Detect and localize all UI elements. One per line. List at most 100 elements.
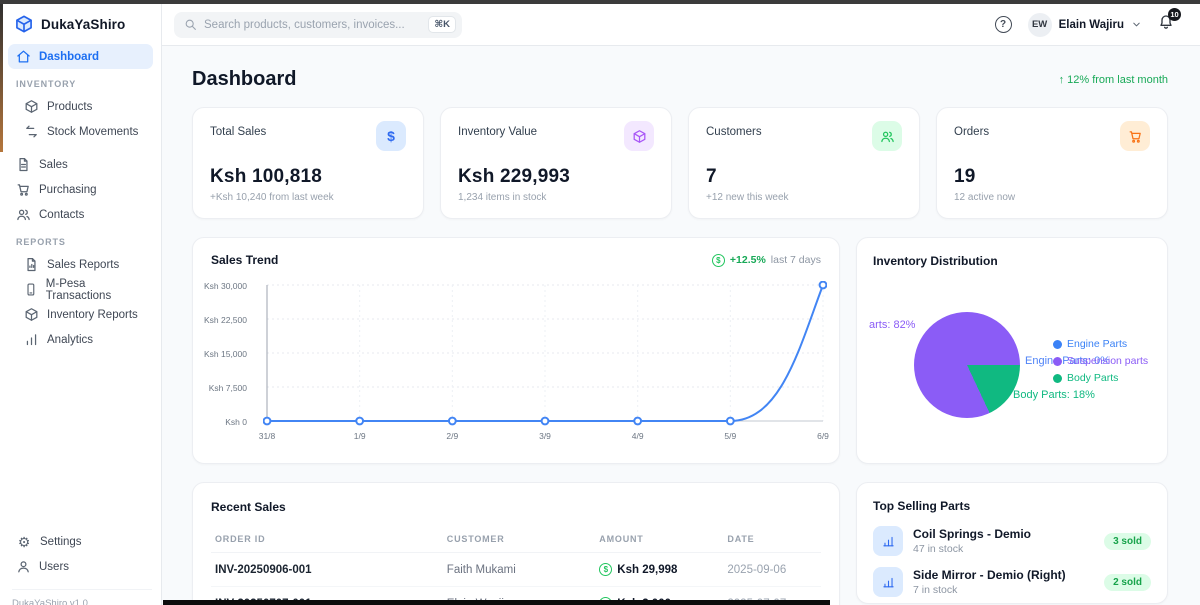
sidebar-label: Stock Movements	[47, 125, 139, 138]
search-input[interactable]	[204, 18, 422, 31]
stat-subtext: 12 active now	[954, 192, 1016, 203]
trend-percent: +12.5%	[729, 254, 766, 266]
pie-label-body: Body Parts: 18%	[1013, 389, 1095, 401]
top-selling-parts-card: Top Selling Parts Coil Springs - Demio 4…	[856, 482, 1168, 604]
notifications-button[interactable]: 10	[1158, 8, 1181, 35]
list-item[interactable]: Coil Springs - Demio 47 in stock 3 sold	[873, 526, 1151, 556]
legend-item-body-parts: Body Parts	[1053, 372, 1148, 384]
stat-value: Ksh 100,818	[210, 166, 323, 187]
sales-trend-chart: Ksh 30,000 Ksh 22,500 Ksh 15,000 Ksh 7,5…	[204, 281, 829, 447]
document-icon	[19, 157, 28, 172]
page-title: Dashboard	[192, 68, 297, 90]
column-header-date: DATE	[723, 528, 821, 553]
x-axis-tick: 5/9	[724, 431, 737, 441]
gear-icon: ⚙	[17, 533, 31, 550]
global-search[interactable]: ⌘K	[174, 11, 462, 38]
dollar-icon: $	[376, 121, 406, 151]
sidebar-label: Users	[39, 560, 70, 573]
arrow-up-icon: ↑	[1058, 73, 1065, 86]
sales-trend-svg	[263, 281, 827, 426]
pie-legend: Engine Parts Suspension parts Body Parts	[1053, 338, 1148, 384]
y-axis-tick: Ksh 22,500	[203, 315, 247, 325]
screenshot-left-edge	[0, 4, 3, 152]
avatar: EW	[1027, 12, 1052, 37]
stat-label: Customers	[706, 126, 762, 138]
bar-chart-icon	[873, 567, 903, 597]
sidebar-label: Inventory Reports	[47, 308, 138, 321]
recent-sales-title: Recent Sales	[211, 500, 286, 514]
y-axis-tick: Ksh 0	[225, 417, 247, 427]
sidebar-item-analytics[interactable]: Analytics	[16, 327, 153, 352]
sidebar-item-mpesa-transactions[interactable]: M-Pesa Transactions	[16, 277, 153, 302]
inventory-pie-chart	[914, 312, 1020, 418]
part-name: Coil Springs - Demio	[913, 527, 1032, 541]
x-axis-tick: 6/9	[817, 431, 829, 441]
stat-subtext: +Ksh 10,240 from last week	[210, 192, 334, 203]
legend-label: Body Parts	[1067, 372, 1119, 384]
help-button[interactable]: ?	[994, 16, 1012, 33]
app-logo: DukaYaShiro	[8, 4, 153, 44]
stat-subtext: +12 new this week	[706, 192, 789, 203]
app-name: DukaYaShiro	[41, 16, 126, 32]
sidebar-label: M-Pesa Transactions	[45, 277, 112, 302]
sidebar-item-stock-movements[interactable]: Stock Movements	[16, 119, 153, 144]
date-cell: 2025-09-06	[723, 552, 821, 587]
package-icon	[25, 308, 38, 321]
sidebar-item-contacts[interactable]: Contacts	[8, 202, 153, 227]
bottom-scrollbar	[163, 600, 830, 605]
bar-chart-icon	[26, 334, 37, 346]
user-menu[interactable]: EW Elain Wajiru	[1027, 12, 1142, 37]
user-name: Elain Wajiru	[1058, 18, 1124, 31]
y-axis-tick: Ksh 7,500	[208, 383, 247, 393]
x-axis-tick: 1/9	[353, 431, 366, 441]
sidebar-label: Analytics	[47, 333, 94, 346]
sidebar-item-settings[interactable]: ⚙ Settings	[8, 529, 153, 554]
screenshot-top-edge	[0, 0, 1200, 4]
sidebar-label: Contacts	[39, 208, 85, 221]
month-trend-text: 12% from last month	[1067, 73, 1168, 86]
sidebar-item-sales-reports[interactable]: Sales Reports	[16, 252, 153, 277]
stat-card-inventory-value: Inventory Value Ksh 229,993 1,234 items …	[440, 107, 672, 219]
home-icon	[17, 50, 30, 63]
sidebar-item-inventory-reports[interactable]: Inventory Reports	[16, 302, 153, 327]
chevron-down-icon	[1133, 22, 1140, 27]
column-header-customer: CUSTOMER	[442, 528, 596, 553]
legend-label: Suspension parts	[1067, 355, 1149, 367]
recent-sales-card: Recent Sales ORDER ID CUSTOMER AMOUNT DA…	[192, 482, 840, 605]
stat-card-orders: Orders 19 12 active now	[936, 107, 1168, 219]
bar-chart-icon	[873, 526, 903, 556]
sidebar-item-purchasing[interactable]: Purchasing	[8, 177, 153, 202]
dollar-circle-icon: $	[599, 563, 613, 576]
app-version: DukaYaShiro v1.0	[12, 589, 152, 605]
pie-label-suspension: arts: 82%	[869, 319, 916, 331]
legend-item-engine-parts: Engine Parts	[1053, 338, 1148, 350]
recent-sales-table: ORDER ID CUSTOMER AMOUNT DATE INV-202509…	[211, 528, 821, 605]
sidebar-label: Purchasing	[39, 183, 97, 196]
report-chart-icon	[27, 257, 36, 272]
stat-card-total-sales: Total Sales $ Ksh 100,818 +Ksh 10,240 fr…	[192, 107, 424, 219]
package-icon	[25, 100, 38, 113]
amount-cell: Ksh 29,998	[617, 563, 678, 576]
sidebar-item-sales[interactable]: Sales	[8, 152, 153, 177]
notification-count-badge: 10	[1168, 8, 1181, 21]
inventory-distribution-card: Inventory Distribution arts: 82% Engine …	[856, 237, 1168, 464]
column-header-order-id: ORDER ID	[211, 528, 443, 553]
sales-trend-title: Sales Trend	[211, 253, 279, 267]
stat-label: Orders	[954, 126, 990, 138]
sidebar-label: Settings	[40, 535, 82, 548]
stat-value: 7	[706, 166, 717, 187]
stat-value: Ksh 229,993	[458, 166, 571, 187]
sidebar-item-dashboard[interactable]: Dashboard	[8, 44, 153, 69]
x-axis-tick: 2/9	[446, 431, 459, 441]
list-item[interactable]: Side Mirror - Demio (Right) 7 in stock 2…	[873, 567, 1151, 597]
sidebar-label: Products	[47, 100, 93, 113]
sidebar-item-users[interactable]: Users	[8, 554, 153, 579]
y-axis-tick: Ksh 30,000	[203, 281, 247, 291]
table-row[interactable]: INV-20250906-001 Faith Mukami $ Ksh 29,99…	[211, 552, 821, 587]
legend-dot	[1053, 339, 1062, 349]
sidebar-item-products[interactable]: Products	[16, 94, 153, 119]
part-name: Side Mirror - Demio (Right)	[913, 568, 1066, 582]
dollar-circle-icon: $	[711, 253, 725, 267]
package-icon	[624, 121, 654, 151]
legend-label: Engine Parts	[1067, 338, 1128, 350]
